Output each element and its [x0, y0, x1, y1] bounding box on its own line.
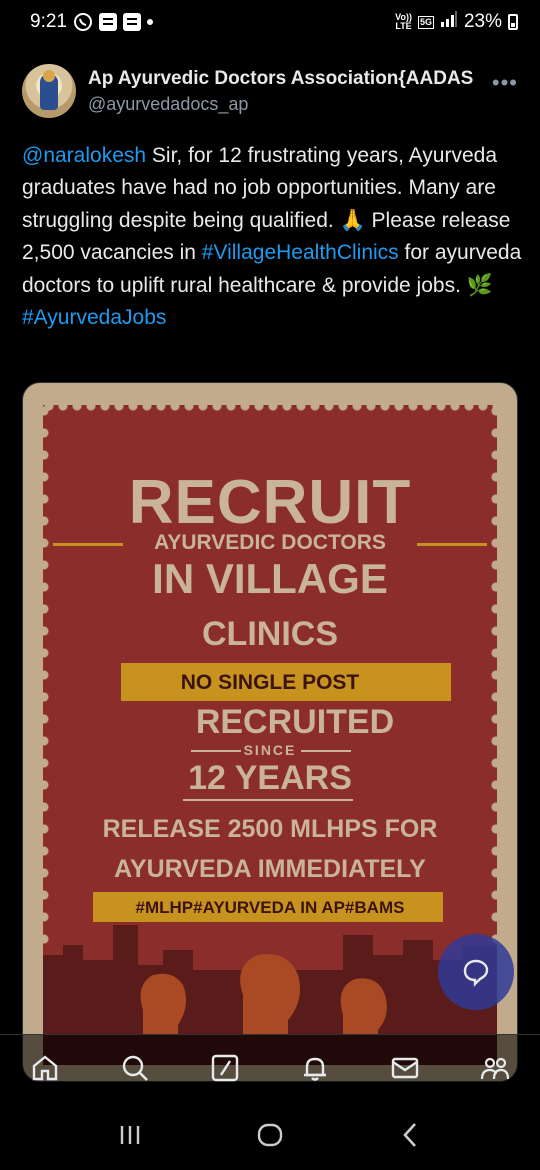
volte-indicator: Vo)) LTE	[395, 12, 412, 31]
notification-icon	[122, 13, 141, 31]
notification-icon	[98, 13, 117, 31]
poster: RECRUIT AYURVEDIC DOCTORS IN VILLAGE CLI…	[39, 401, 501, 1069]
battery-percent: 23%	[463, 11, 502, 32]
home-icon	[32, 1054, 58, 1080]
poster-recruited: RECRUITED	[195, 703, 395, 741]
tweet-header: Ap Ayurvedic Doctors Association{AADAS @…	[22, 64, 522, 124]
mention-link[interactable]: @naralokesh	[22, 144, 146, 167]
author-handle[interactable]: @ayurvedadocs_ap	[88, 94, 483, 115]
tweet-text: @naralokesh Sir, for 12 frustrating year…	[22, 140, 522, 334]
avatar[interactable]	[22, 64, 76, 118]
nav-messages-button[interactable]	[382, 1045, 428, 1091]
status-left: 9:21	[30, 11, 153, 33]
home-circle-icon	[257, 1123, 283, 1147]
poster-since: SINCE	[243, 742, 297, 758]
poster-release: RELEASE 2500 MLHPS FOR	[102, 815, 438, 843]
system-nav	[0, 1100, 540, 1170]
nav-home-button[interactable]	[22, 1045, 68, 1091]
more-options-button[interactable]: •••	[492, 70, 518, 96]
status-time: 9:21	[30, 11, 67, 32]
bottom-nav	[0, 1034, 540, 1100]
messages-icon	[391, 1057, 419, 1078]
poster-ayurvedic-doctors: AYURVEDIC DOCTORS	[154, 531, 386, 554]
status-bar: 9:21 Vo)) LTE 5G 23%	[0, 0, 540, 44]
nav-grok-button[interactable]	[202, 1045, 248, 1091]
notifications-icon	[304, 1057, 326, 1081]
hashtag-link[interactable]: #AyurvedaJobs	[22, 306, 166, 329]
compose-button[interactable]	[438, 934, 514, 1010]
poster-divider	[183, 799, 353, 801]
poster-no-single-post: NO SINGLE POST	[180, 671, 360, 694]
recents-button[interactable]	[100, 1110, 160, 1160]
nav-search-button[interactable]	[112, 1045, 158, 1091]
communities-icon	[480, 1057, 510, 1079]
network-generation: 5G	[417, 15, 434, 29]
back-button[interactable]	[380, 1110, 440, 1160]
poster-immediately: AYURVEDA IMMEDIATELY	[114, 855, 426, 883]
poster-12-years: 12 YEARS	[188, 759, 352, 797]
poster-in-village: IN VILLAGE	[152, 555, 388, 602]
herb-emoji: 🌿	[466, 273, 493, 297]
system-home-button[interactable]	[240, 1110, 300, 1160]
grok-icon	[211, 1054, 239, 1081]
whatsapp-icon	[73, 12, 93, 32]
search-icon	[122, 1055, 148, 1081]
nav-communities-button[interactable]	[472, 1045, 518, 1091]
recents-icon	[120, 1126, 140, 1144]
status-right: Vo)) LTE 5G 23%	[395, 11, 518, 33]
poster-recruit: RECRUIT	[128, 468, 412, 537]
author-info: Ap Ayurvedic Doctors Association{AADAS @…	[88, 64, 483, 124]
hashtag-link[interactable]: #VillageHealthClinics	[202, 241, 399, 264]
back-icon	[403, 1123, 416, 1147]
compose-message-icon	[463, 959, 489, 987]
signal-icon	[440, 11, 458, 33]
battery-icon	[508, 14, 518, 30]
author-name[interactable]: Ap Ayurvedic Doctors Association{AADAS	[88, 64, 483, 90]
poster-clinics: CLINICS	[202, 615, 338, 653]
more-notifications-icon	[146, 19, 153, 25]
nav-notifications-button[interactable]	[292, 1045, 338, 1091]
